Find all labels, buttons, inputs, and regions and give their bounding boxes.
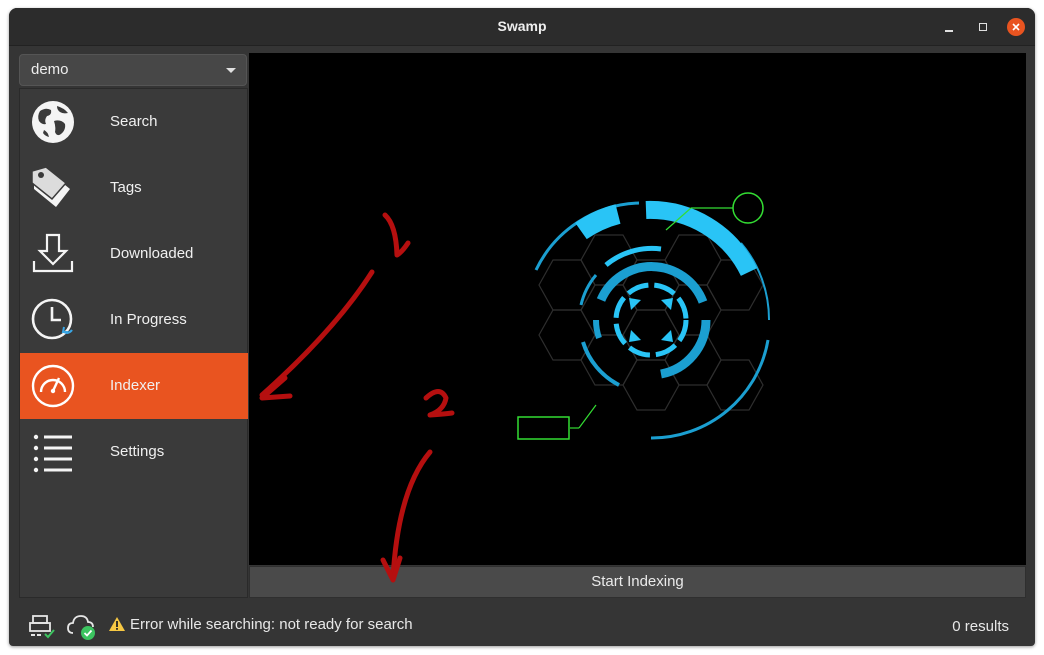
profile-selected-value: demo: [31, 61, 69, 78]
indexer-hud-graphic: [517, 192, 771, 440]
close-button[interactable]: [1006, 17, 1026, 37]
chevron-down-icon: [226, 68, 236, 73]
sidebar-item-downloaded[interactable]: Downloaded: [20, 221, 248, 287]
sidebar-item-label: Downloaded: [110, 245, 194, 262]
sidebar-item-settings[interactable]: Settings: [20, 419, 248, 485]
gauge-icon: [30, 363, 76, 409]
sidebar-item-in-progress[interactable]: In Progress: [20, 287, 248, 353]
maximize-button[interactable]: [973, 17, 993, 37]
status-message-text: Error while searching: not ready for sea…: [130, 616, 413, 633]
warning-icon: [109, 617, 125, 631]
start-indexing-button[interactable]: Start Indexing: [249, 566, 1026, 598]
results-count: 0 results: [952, 618, 1009, 635]
minimize-icon: [945, 30, 953, 32]
minimize-button[interactable]: [939, 17, 959, 37]
sidebar: Search Tags Downloaded In Progress Index…: [19, 88, 248, 598]
list-icon: [30, 429, 76, 475]
globe-icon: [30, 99, 76, 145]
sidebar-item-indexer[interactable]: Indexer: [20, 353, 248, 419]
sidebar-item-search[interactable]: Search: [20, 89, 248, 155]
sidebar-item-label: Indexer: [110, 377, 161, 394]
title-bar: Swamp: [9, 8, 1035, 46]
status-message: Error while searching: not ready for sea…: [108, 616, 413, 633]
sidebar-item-label: Settings: [110, 443, 165, 460]
sidebar-item-label: Search: [110, 113, 158, 130]
status-bar: Error while searching: not ready for sea…: [9, 604, 1035, 646]
close-icon: [1007, 18, 1025, 36]
window-title: Swamp: [497, 18, 547, 34]
cloud-check-icon: [66, 612, 95, 640]
maximize-icon: [979, 23, 987, 31]
profile-dropdown[interactable]: demo: [19, 54, 247, 86]
sidebar-item-label: Tags: [110, 179, 142, 196]
clock-icon: [30, 297, 76, 343]
sidebar-item-tags[interactable]: Tags: [20, 155, 248, 221]
indexer-status-icon: [28, 612, 56, 640]
tags-icon: [30, 165, 76, 211]
sidebar-item-label: In Progress: [110, 311, 187, 328]
app-window: Swamp demo Search Tags Downloaded In Pro…: [9, 8, 1035, 646]
download-icon: [30, 231, 76, 277]
indexer-panel: [249, 53, 1026, 565]
